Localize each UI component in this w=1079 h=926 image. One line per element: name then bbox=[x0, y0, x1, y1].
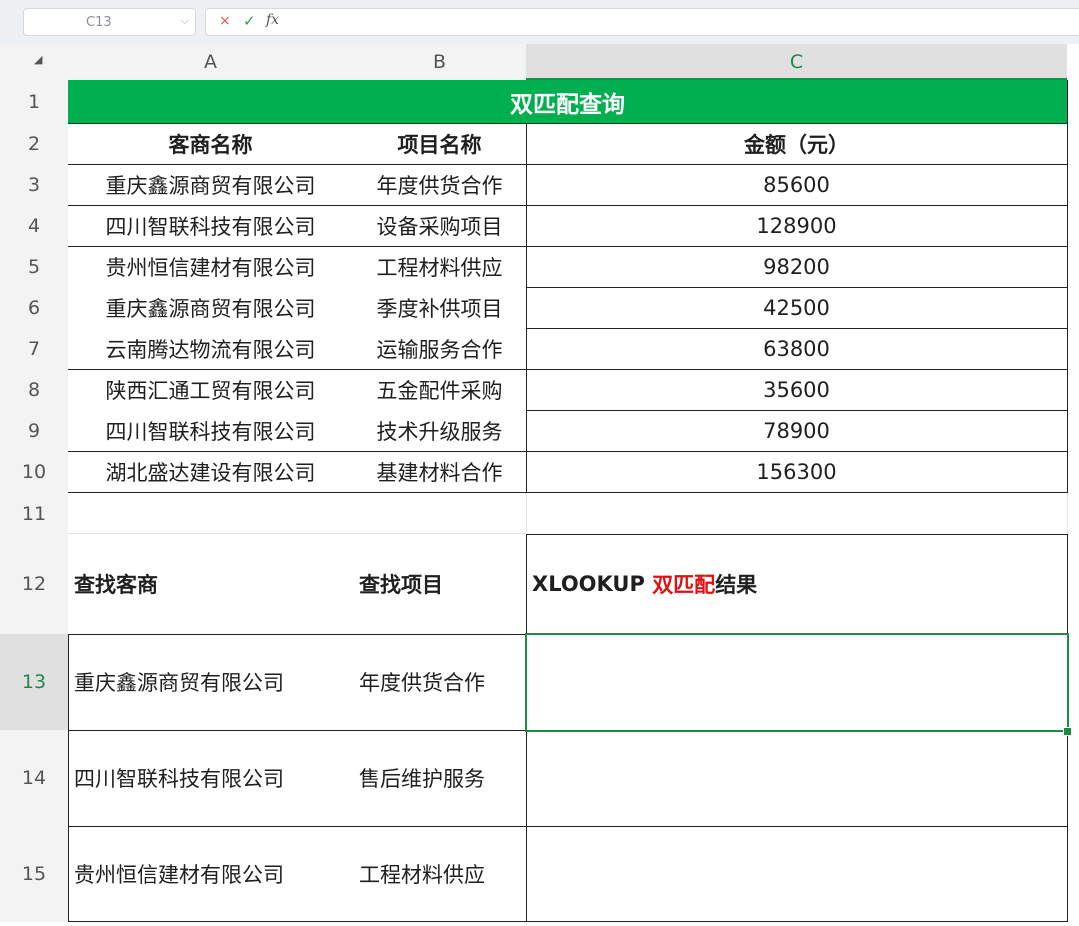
row-header[interactable]: 1 bbox=[0, 80, 68, 123]
cell-customer[interactable]: 重庆鑫源商贸有限公司 bbox=[68, 164, 353, 205]
cell-project[interactable]: 季度补供项目 bbox=[353, 287, 526, 328]
column-header-b[interactable]: B bbox=[353, 44, 526, 80]
query-customer[interactable]: 重庆鑫源商贸有限公司 bbox=[68, 634, 353, 730]
cell-amount[interactable]: 78900 bbox=[526, 410, 1067, 451]
border-line bbox=[68, 826, 1068, 827]
gridline bbox=[1067, 493, 1068, 534]
corner-triangle-icon: ◢ bbox=[34, 53, 43, 66]
cell-amount[interactable]: 63800 bbox=[526, 328, 1067, 369]
row-header[interactable]: 9 bbox=[0, 410, 68, 451]
query-project[interactable]: 售后维护服务 bbox=[353, 730, 526, 826]
cell-amount[interactable]: 85600 bbox=[526, 164, 1067, 205]
header-amount[interactable]: 金额（元） bbox=[526, 123, 1067, 164]
row-header[interactable]: 6 bbox=[0, 287, 68, 328]
border-line bbox=[68, 205, 1068, 206]
cell-project[interactable]: 五金配件采购 bbox=[353, 369, 526, 410]
cell-amount[interactable]: 42500 bbox=[526, 287, 1067, 328]
formula-input[interactable]: × ✓ fx bbox=[205, 8, 1079, 36]
function-icon[interactable]: fx bbox=[266, 12, 279, 28]
cancel-icon[interactable]: × bbox=[219, 13, 231, 29]
column-header-c[interactable]: C bbox=[526, 44, 1067, 80]
lookup-header-project[interactable]: 查找项目 bbox=[353, 534, 526, 634]
border-line bbox=[526, 410, 1068, 411]
border-line bbox=[68, 634, 526, 635]
gridline bbox=[526, 493, 527, 534]
cell-reference: C13 bbox=[86, 15, 112, 30]
chevron-down-icon[interactable]: ⌵ bbox=[181, 14, 189, 28]
query-result[interactable] bbox=[526, 730, 1067, 826]
border-line bbox=[526, 123, 527, 493]
result-header-suffix: 结果 bbox=[715, 573, 758, 597]
border-line bbox=[526, 287, 1068, 288]
row-header[interactable]: 4 bbox=[0, 205, 68, 246]
query-customer[interactable]: 贵州恒信建材有限公司 bbox=[68, 826, 353, 922]
row-header[interactable]: 2 bbox=[0, 123, 68, 164]
column-header-a[interactable]: A bbox=[68, 44, 353, 80]
row-header[interactable]: 5 bbox=[0, 246, 68, 287]
cell-project[interactable]: 技术升级服务 bbox=[353, 410, 526, 451]
cell-customer[interactable]: 四川智联科技有限公司 bbox=[68, 205, 353, 246]
cell-amount[interactable]: 98200 bbox=[526, 246, 1067, 287]
cell-customer[interactable]: 四川智联科技有限公司 bbox=[68, 410, 353, 451]
select-all-corner[interactable]: ◢ bbox=[0, 44, 68, 80]
row-header[interactable]: 15 bbox=[0, 826, 68, 922]
fill-handle[interactable] bbox=[1063, 727, 1072, 736]
name-box[interactable]: C13 ⌵ bbox=[23, 8, 196, 36]
header-project-name[interactable]: 项目名称 bbox=[353, 123, 526, 164]
border-line bbox=[526, 328, 1068, 329]
confirm-icon[interactable]: ✓ bbox=[243, 12, 256, 30]
header-customer-name[interactable]: 客商名称 bbox=[68, 123, 353, 164]
row-header[interactable]: 7 bbox=[0, 328, 68, 369]
border-line bbox=[68, 369, 1068, 370]
cell-customer[interactable]: 贵州恒信建材有限公司 bbox=[68, 246, 353, 287]
formula-bar: C13 ⌵ × ✓ fx bbox=[0, 0, 1079, 44]
border-line bbox=[68, 164, 1068, 165]
cell-project[interactable]: 设备采购项目 bbox=[353, 205, 526, 246]
cell-project[interactable]: 年度供货合作 bbox=[353, 164, 526, 205]
row-header[interactable]: 10 bbox=[0, 451, 68, 493]
border-line bbox=[68, 634, 69, 922]
query-customer[interactable]: 四川智联科技有限公司 bbox=[68, 730, 353, 826]
border-line bbox=[68, 451, 1068, 452]
row-header[interactable]: 13 bbox=[0, 634, 68, 730]
row-header[interactable]: 14 bbox=[0, 730, 68, 826]
cell-customer[interactable]: 云南腾达物流有限公司 bbox=[68, 328, 353, 369]
active-cell-selection[interactable] bbox=[525, 633, 1069, 732]
table-title[interactable]: 双匹配查询 bbox=[68, 80, 1067, 123]
cell-customer[interactable]: 重庆鑫源商贸有限公司 bbox=[68, 287, 353, 328]
row-header[interactable]: 8 bbox=[0, 369, 68, 410]
lookup-header-result[interactable]: XLOOKUP 双匹配 结果 bbox=[526, 534, 1067, 634]
border-line bbox=[68, 123, 1068, 124]
cell-customer[interactable]: 湖北盛达建设有限公司 bbox=[68, 451, 353, 493]
query-project[interactable]: 年度供货合作 bbox=[353, 634, 526, 730]
result-header-prefix: XLOOKUP bbox=[532, 572, 653, 596]
border-line bbox=[68, 492, 1068, 493]
row-header[interactable]: 3 bbox=[0, 164, 68, 205]
cell-amount[interactable]: 128900 bbox=[526, 205, 1067, 246]
border-line bbox=[68, 921, 1068, 922]
cell-amount[interactable]: 35600 bbox=[526, 369, 1067, 410]
cell-project[interactable]: 基建材料合作 bbox=[353, 451, 526, 493]
border-line bbox=[526, 534, 1068, 535]
result-header-highlight: 双匹配 bbox=[652, 573, 716, 597]
row-header[interactable]: 12 bbox=[0, 534, 68, 634]
cell-project[interactable]: 运输服务合作 bbox=[353, 328, 526, 369]
cell-project[interactable]: 工程材料供应 bbox=[353, 246, 526, 287]
row-header[interactable]: 11 bbox=[0, 493, 68, 534]
cell-customer[interactable]: 陕西汇通工贸有限公司 bbox=[68, 369, 353, 410]
query-project[interactable]: 工程材料供应 bbox=[353, 826, 526, 922]
cell-amount[interactable]: 156300 bbox=[526, 451, 1067, 493]
border-line bbox=[68, 246, 1068, 247]
lookup-header-customer[interactable]: 查找客商 bbox=[68, 534, 353, 634]
query-result[interactable] bbox=[526, 826, 1067, 922]
border-line bbox=[1067, 80, 1068, 493]
